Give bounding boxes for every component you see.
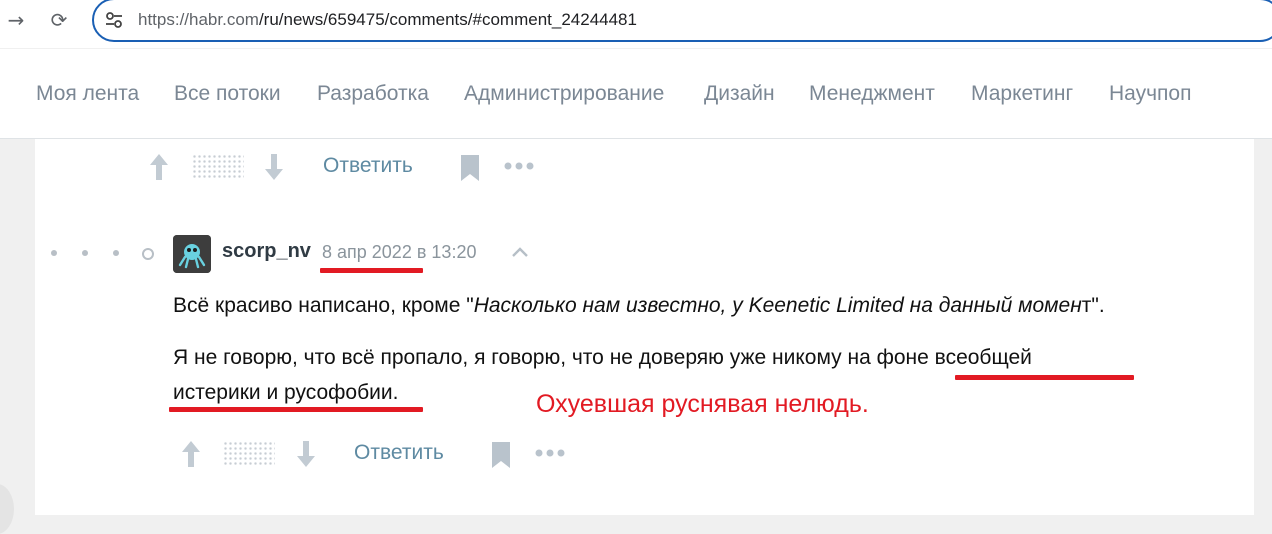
address-bar[interactable]: https://habr.com/ru/news/659475/comments… — [92, 0, 1272, 42]
annotation-underline-phrase — [955, 375, 1134, 380]
scroll-to-top-button[interactable] — [0, 484, 14, 534]
nav-item-management[interactable]: Менеджмент — [809, 82, 935, 106]
comment-author[interactable]: scorp_nv — [222, 240, 311, 263]
more-options-icon[interactable] — [534, 443, 568, 463]
nav-item-design[interactable]: Дизайн — [704, 82, 775, 106]
avatar[interactable] — [173, 235, 211, 273]
nav-item-all-streams[interactable]: Все потоки — [174, 82, 281, 106]
more-options-icon[interactable] — [503, 156, 537, 176]
nav-item-development[interactable]: Разработка — [317, 82, 429, 106]
nav-item-marketing[interactable]: Маркетинг — [971, 82, 1073, 106]
comment-actions: Ответить — [180, 435, 580, 475]
reply-button[interactable]: Ответить — [354, 441, 444, 465]
upvote-arrow-icon[interactable] — [180, 439, 202, 469]
upvote-arrow-icon[interactable] — [148, 152, 170, 182]
url-text: https://habr.com/ru/news/659475/comments… — [138, 10, 637, 29]
reload-icon[interactable]: ⟳ — [47, 8, 71, 32]
annotation-underline-phrase — [169, 407, 423, 412]
score-hidden — [223, 441, 275, 467]
thread-level-ring — [142, 248, 154, 260]
comment-paragraph-2-line-2: истерики и русофобии. — [173, 381, 399, 404]
prev-comment-actions: Ответить — [148, 148, 548, 188]
downvote-arrow-icon[interactable] — [263, 152, 285, 182]
site-settings-icon[interactable] — [104, 10, 124, 30]
chevron-up-icon[interactable] — [510, 244, 530, 260]
annotation-underline-date — [320, 268, 423, 273]
score-hidden — [192, 154, 244, 180]
bookmark-icon[interactable] — [459, 154, 481, 182]
reply-button[interactable]: Ответить — [323, 154, 413, 178]
browser-toolbar: → ⟳ https://habr.com/ru/news/659475/comm… — [0, 0, 1272, 48]
comment-paragraph-2-line-1: Я не говорю, что всё пропало, я говорю, … — [173, 346, 1032, 369]
thread-level-dot — [51, 250, 57, 256]
downvote-arrow-icon[interactable] — [295, 439, 317, 469]
annotation-text: Охуевшая руснявая нелюдь. — [536, 390, 869, 418]
nav-item-popsci[interactable]: Научпоп — [1109, 82, 1191, 106]
comment-paragraph-1: Всё красиво написано, кроме "Насколько н… — [173, 294, 1105, 317]
thread-level-dot — [113, 250, 119, 256]
comment-datetime[interactable]: 8 апр 2022 в 13:20 — [322, 242, 476, 263]
thread-level-dot — [82, 250, 88, 256]
nav-item-administration[interactable]: Администрирование — [464, 82, 664, 106]
habr-nav: Моя лента Все потоки Разработка Админист… — [0, 49, 1272, 139]
nav-item-my-feed[interactable]: Моя лента — [36, 82, 139, 106]
forward-arrow-icon[interactable]: → — [4, 8, 28, 32]
bookmark-icon[interactable] — [490, 441, 512, 469]
